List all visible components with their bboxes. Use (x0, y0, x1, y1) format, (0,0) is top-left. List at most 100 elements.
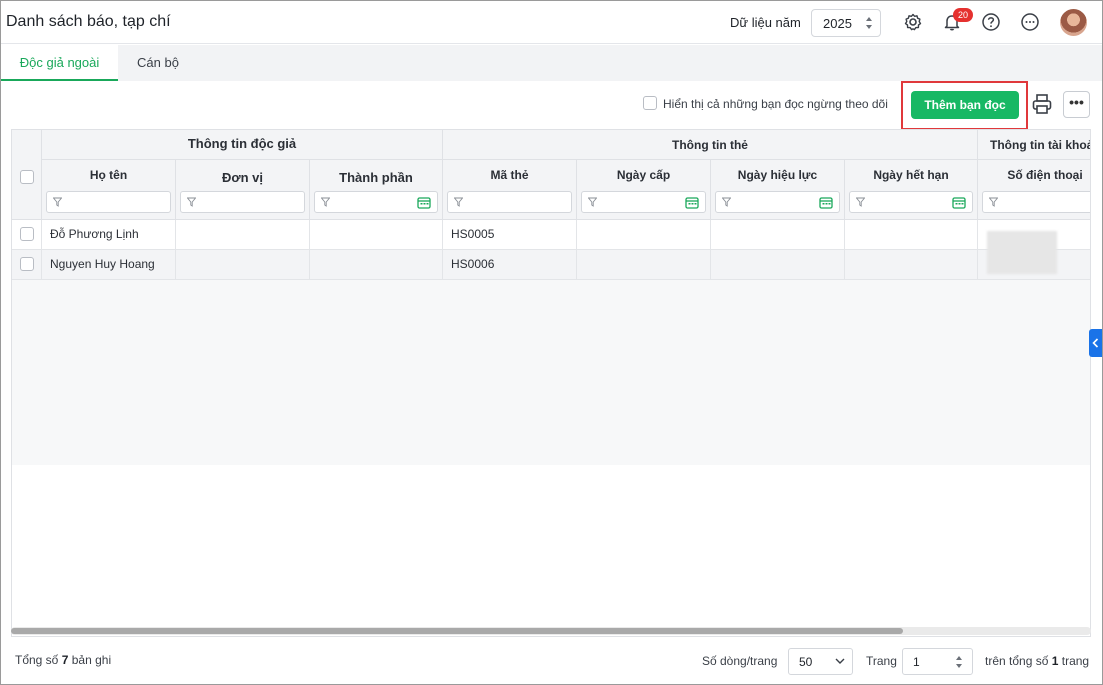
top-header: Danh sách báo, tạp chí Dữ liệu năm 2025 … (1, 1, 1102, 44)
help-icon[interactable] (981, 12, 1001, 32)
group-card-info: Thông tin thẻ (443, 130, 978, 160)
page-count: 1 (1051, 654, 1059, 668)
select-all-header (12, 130, 42, 220)
col-label-phone: Số điện thoại (1007, 168, 1083, 182)
cell-card: HS0006 (443, 250, 577, 279)
of-total-suffix: trang (1061, 654, 1090, 668)
cell-name: Đỗ Phương Lịnh (42, 220, 176, 249)
cell-unit (176, 250, 310, 279)
col-label-card: Mã thẻ (490, 168, 529, 182)
cell-component (310, 250, 443, 279)
year-select[interactable]: 2025 (811, 9, 881, 37)
horizontal-scrollbar[interactable] (11, 627, 1091, 635)
col-header-expires: Ngày hết hạn (845, 160, 978, 220)
rows-per-page-value: 50 (799, 655, 813, 669)
gear-icon[interactable] (903, 12, 923, 32)
row-select (12, 220, 42, 249)
page-number-input[interactable]: 1 (902, 648, 973, 675)
group-reader-info: Thông tin độc giả (42, 130, 443, 160)
total-count: 7 (61, 653, 69, 667)
filter-icon (588, 197, 597, 207)
cell-card: HS0005 (443, 220, 577, 249)
col-header-name: Họ tên (42, 160, 176, 220)
cell-valid-from (711, 250, 845, 279)
filter-icon (321, 197, 330, 207)
show-stopped-checkbox[interactable] (643, 96, 657, 110)
row-checkbox[interactable] (20, 227, 34, 241)
cell-expires (845, 250, 978, 279)
page-label: Trang (866, 654, 897, 668)
total-records: Tổng số 7 bản ghi (15, 653, 111, 667)
side-panel-toggle[interactable] (1089, 329, 1102, 357)
of-total-prefix: trên tổng số (985, 654, 1049, 668)
filter-name[interactable] (46, 191, 171, 213)
filter-icon (856, 197, 865, 207)
page-value: 1 (913, 655, 920, 669)
row-checkbox[interactable] (20, 257, 34, 271)
add-reader-button[interactable]: Thêm bạn đọc (911, 91, 1019, 119)
tab-external-readers[interactable]: Độc giả ngoài (1, 45, 118, 81)
year-label: Dữ liệu năm (730, 15, 801, 30)
tab-bar: Độc giả ngoài Cán bộ (1, 45, 1102, 81)
redacted-phone (987, 231, 1057, 274)
filter-icon (722, 197, 731, 207)
chevron-down-icon (835, 658, 845, 664)
cell-issued (577, 220, 711, 249)
filter-phone[interactable] (982, 191, 1090, 213)
col-header-valid-from: Ngày hiệu lực (711, 160, 845, 220)
row-select (12, 250, 42, 279)
group-account-info: Thông tin tài khoả (978, 130, 1090, 160)
spinner-icon[interactable] (864, 15, 874, 31)
rows-per-page-select[interactable]: 50 (788, 648, 853, 675)
select-all-checkbox[interactable] (20, 170, 34, 184)
col-label-expires: Ngày hết hạn (873, 168, 949, 182)
filter-icon (53, 197, 62, 207)
more-circle-icon[interactable] (1020, 12, 1040, 32)
scrollbar-thumb[interactable] (11, 628, 903, 634)
table-row[interactable]: Nguyen Huy Hoang HS0006 (12, 250, 1090, 280)
filter-component[interactable] (314, 191, 438, 213)
notification-badge: 20 (953, 8, 973, 22)
cell-expires (845, 220, 978, 249)
calendar-icon[interactable] (819, 196, 833, 209)
filter-valid-from[interactable] (715, 191, 840, 213)
calendar-icon[interactable] (952, 196, 966, 209)
rows-per-page-label: Số dòng/trang (702, 654, 778, 668)
calendar-icon[interactable] (417, 196, 431, 209)
more-options-button[interactable]: ••• (1063, 91, 1090, 118)
filter-icon (989, 197, 998, 207)
show-stopped-label: Hiển thị cả những bạn đọc ngừng theo dõi (663, 97, 888, 111)
col-label-issued: Ngày cấp (616, 168, 671, 182)
chevron-left-icon (1092, 338, 1099, 348)
cell-issued (577, 250, 711, 279)
avatar[interactable] (1060, 9, 1087, 36)
cell-name: Nguyen Huy Hoang (42, 250, 176, 279)
filter-icon (187, 197, 196, 207)
col-header-unit: Đơn vị (176, 160, 310, 220)
year-value: 2025 (823, 16, 852, 31)
filter-unit[interactable] (180, 191, 305, 213)
col-label-component: Thành phần (339, 170, 413, 185)
total-suffix: bản ghi (71, 653, 112, 667)
filter-icon (454, 197, 463, 207)
cell-valid-from (711, 220, 845, 249)
spinner-icon[interactable] (954, 654, 964, 670)
cell-unit (176, 220, 310, 249)
filter-issued[interactable] (581, 191, 706, 213)
col-label-valid-from: Ngày hiệu lực (737, 168, 818, 182)
filter-card[interactable] (447, 191, 572, 213)
table-body-empty-area (12, 280, 1090, 465)
cell-component (310, 220, 443, 249)
col-label-unit: Đơn vị (221, 170, 264, 185)
tab-staff[interactable]: Cán bộ (118, 45, 198, 81)
readers-table: Thông tin độc giả Thông tin thẻ Thông ti… (11, 129, 1091, 637)
col-header-issued: Ngày cấp (577, 160, 711, 220)
page-total: trên tổng số 1 trang (985, 654, 1089, 668)
filter-expires[interactable] (849, 191, 973, 213)
col-label-name: Họ tên (89, 168, 128, 182)
print-icon[interactable] (1031, 92, 1053, 116)
calendar-icon[interactable] (685, 196, 699, 209)
col-header-component: Thành phần (310, 160, 443, 220)
col-header-phone: Số điện thoại (978, 160, 1090, 220)
table-row[interactable]: Đỗ Phương Lịnh HS0005 (12, 220, 1090, 250)
